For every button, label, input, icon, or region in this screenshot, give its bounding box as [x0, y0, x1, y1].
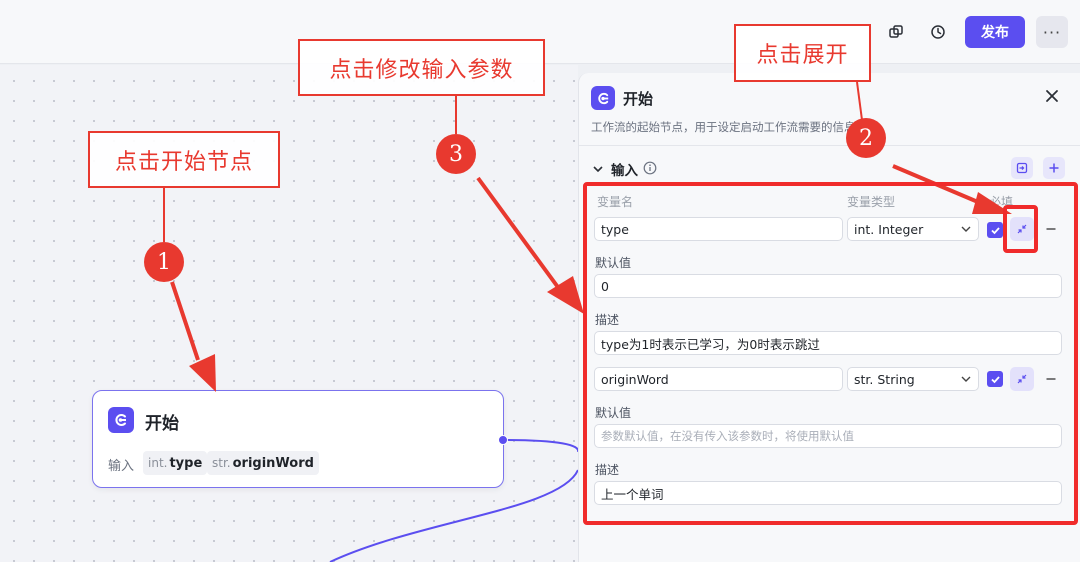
highlight-expand-button: [1003, 205, 1038, 253]
start-node-icon: [108, 407, 134, 433]
start-node[interactable]: 开始 输入 int. type str. originWord: [92, 390, 504, 488]
annotation-step2-badge: 2: [846, 118, 886, 158]
annotation-step2-label: 点击展开: [734, 24, 871, 82]
input-section-title: 输入: [611, 163, 638, 179]
tag-type-prefix: str.: [212, 456, 231, 470]
start-node-input-label: 输入: [108, 459, 135, 474]
info-icon[interactable]: [643, 160, 657, 175]
tag-name: originWord: [232, 455, 314, 471]
copy-icon[interactable]: [884, 20, 908, 44]
import-icon[interactable]: [1011, 157, 1033, 179]
annotation-step1-label: 点击开始节点: [88, 131, 280, 188]
add-param-button[interactable]: [1043, 157, 1065, 179]
tag-type-prefix: int.: [148, 456, 168, 470]
annotation-step1-badge: 1: [144, 242, 184, 282]
panel-title: 开始: [623, 90, 654, 108]
annotation-step3-label: 点击修改输入参数: [298, 39, 545, 96]
input-tag-originword: str. originWord: [207, 451, 319, 475]
publish-button[interactable]: 发布: [965, 16, 1025, 48]
annotation-step3-badge: 3: [436, 134, 476, 174]
panel-node-icon: [591, 86, 615, 110]
start-node-output-port[interactable]: [498, 435, 508, 445]
panel-description: 工作流的起始节点，用于设定启动工作流需要的信息: [591, 120, 853, 134]
start-node-title: 开始: [145, 414, 179, 434]
tag-name: type: [169, 455, 203, 471]
close-icon[interactable]: [1041, 85, 1063, 107]
chevron-down-icon[interactable]: [591, 161, 605, 175]
divider: [579, 145, 1080, 146]
more-options-button[interactable]: ···: [1036, 16, 1068, 48]
input-tag-type: int. type: [143, 451, 208, 475]
history-icon[interactable]: [926, 20, 950, 44]
